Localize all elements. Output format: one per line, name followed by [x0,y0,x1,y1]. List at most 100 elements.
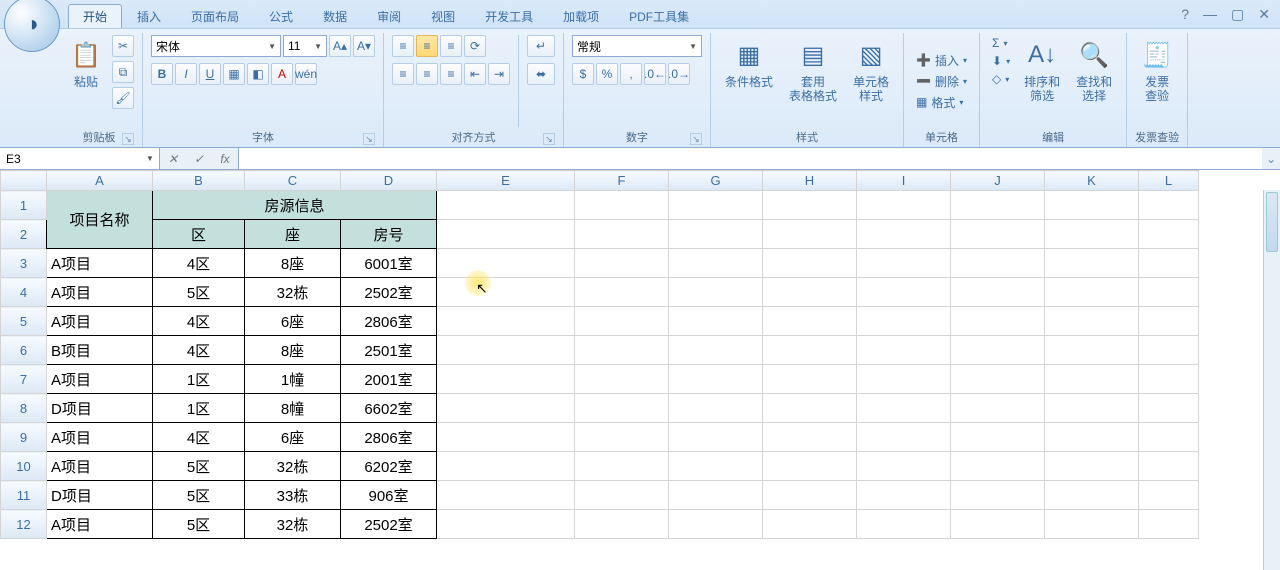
copy-icon[interactable]: ⧉ [112,61,134,83]
row-header-2[interactable]: 2 [1,220,47,249]
font-color-button[interactable]: A [271,63,293,85]
increase-indent-icon[interactable]: ⇥ [488,63,510,85]
cell-I3[interactable] [857,249,951,278]
expand-formula-bar-icon[interactable]: ⌄ [1262,148,1280,169]
cell-A11[interactable]: D项目 [47,481,153,510]
cell-A9[interactable]: A项目 [47,423,153,452]
cell-E5[interactable] [437,307,575,336]
align-middle-icon[interactable]: ≡ [416,35,438,57]
cell-C7[interactable]: 1幢 [245,365,341,394]
cell-A12[interactable]: A项目 [47,510,153,539]
cell-C6[interactable]: 8座 [245,336,341,365]
scrollbar-thumb[interactable] [1266,192,1278,252]
col-header-E[interactable]: E [437,171,575,191]
cell-E3[interactable] [437,249,575,278]
tab-视图[interactable]: 视图 [416,4,470,28]
close-icon[interactable]: ✕ [1258,6,1270,23]
cell-G11[interactable] [669,481,763,510]
cell-F1[interactable] [575,191,669,220]
cell-E9[interactable] [437,423,575,452]
increase-decimal-icon[interactable]: .0← [644,63,666,85]
cell-H12[interactable] [763,510,857,539]
cell-B4[interactable]: 5区 [153,278,245,307]
cell-B12[interactable]: 5区 [153,510,245,539]
cell-G1[interactable] [669,191,763,220]
row-header-12[interactable]: 12 [1,510,47,539]
cell-F3[interactable] [575,249,669,278]
cell-E11[interactable] [437,481,575,510]
cell-G12[interactable] [669,510,763,539]
cell-J12[interactable] [951,510,1045,539]
cell-F7[interactable] [575,365,669,394]
cell-I9[interactable] [857,423,951,452]
cell-styles-button[interactable]: ▧ 单元格 样式 [847,35,895,107]
sort-filter-button[interactable]: A↓ 排序和 筛选 [1018,35,1066,107]
cell-L10[interactable] [1139,452,1199,481]
cell-L9[interactable] [1139,423,1199,452]
fx-icon[interactable]: fx [212,152,238,166]
cell-J2[interactable] [951,220,1045,249]
cell-H5[interactable] [763,307,857,336]
tab-审阅[interactable]: 审阅 [362,4,416,28]
tab-开始[interactable]: 开始 [68,4,122,28]
orientation-icon[interactable]: ⟳ [464,35,486,57]
cell-E4[interactable] [437,278,575,307]
align-bottom-icon[interactable]: ≡ [440,35,462,57]
cell-F9[interactable] [575,423,669,452]
tab-加载项[interactable]: 加载项 [548,4,614,28]
cell-L6[interactable] [1139,336,1199,365]
cell-J10[interactable] [951,452,1045,481]
cell-A7[interactable]: A项目 [47,365,153,394]
cell-E1[interactable] [437,191,575,220]
header-project-name[interactable]: 项目名称 [47,191,153,249]
cell-I1[interactable] [857,191,951,220]
cell-L12[interactable] [1139,510,1199,539]
cell-C4[interactable]: 32栋 [245,278,341,307]
row-header-9[interactable]: 9 [1,423,47,452]
cell-F10[interactable] [575,452,669,481]
cell-K5[interactable] [1045,307,1139,336]
select-all-corner[interactable] [1,171,47,191]
cell-A8[interactable]: D项目 [47,394,153,423]
cell-B8[interactable]: 1区 [153,394,245,423]
bold-button[interactable]: B [151,63,173,85]
row-header-1[interactable]: 1 [1,191,47,220]
cell-J3[interactable] [951,249,1045,278]
tab-页面布局[interactable]: 页面布局 [176,4,254,28]
header-listing[interactable]: 房源信息 [153,191,437,220]
cell-K3[interactable] [1045,249,1139,278]
cell-L8[interactable] [1139,394,1199,423]
dialog-launcher-icon[interactable]: ↘ [363,133,375,145]
cell-A5[interactable]: A项目 [47,307,153,336]
cell-D10[interactable]: 6202室 [341,452,437,481]
cut-icon[interactable]: ✂ [112,35,134,57]
cell-C8[interactable]: 8幢 [245,394,341,423]
cell-E7[interactable] [437,365,575,394]
cell-B5[interactable]: 4区 [153,307,245,336]
cell-E8[interactable] [437,394,575,423]
cell-L3[interactable] [1139,249,1199,278]
row-header-6[interactable]: 6 [1,336,47,365]
wrap-text-icon[interactable]: ↵ [527,35,555,57]
cell-E12[interactable] [437,510,575,539]
cell-I5[interactable] [857,307,951,336]
cell-L7[interactable] [1139,365,1199,394]
row-header-4[interactable]: 4 [1,278,47,307]
tab-公式[interactable]: 公式 [254,4,308,28]
cell-D12[interactable]: 2502室 [341,510,437,539]
cell-K1[interactable] [1045,191,1139,220]
clear-button[interactable]: ◇▾ [988,71,1014,87]
cell-H6[interactable] [763,336,857,365]
cell-C9[interactable]: 6座 [245,423,341,452]
cell-H3[interactable] [763,249,857,278]
cell-D3[interactable]: 6001室 [341,249,437,278]
cell-F6[interactable] [575,336,669,365]
cell-I11[interactable] [857,481,951,510]
cell-H10[interactable] [763,452,857,481]
cell-I6[interactable] [857,336,951,365]
dialog-launcher-icon[interactable]: ↘ [543,133,555,145]
col-header-D[interactable]: D [341,171,437,191]
cell-E2[interactable] [437,220,575,249]
percent-icon[interactable]: % [596,63,618,85]
font-name-combo[interactable]: 宋体▼ [151,35,281,57]
